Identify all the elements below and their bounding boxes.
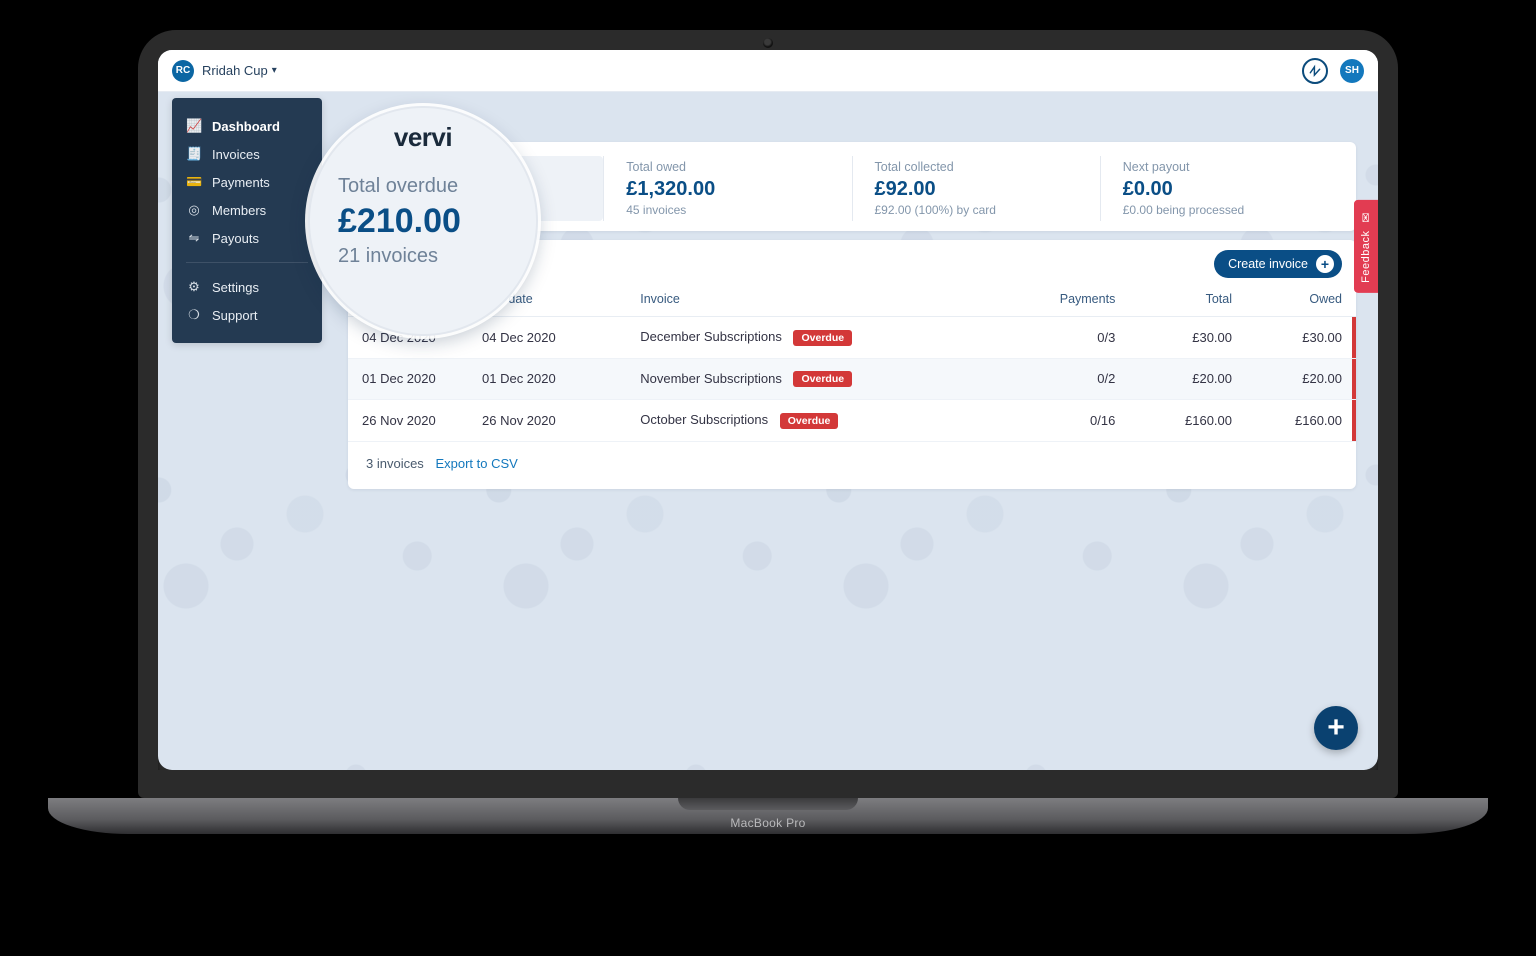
cell-owed: £30.00 — [1246, 317, 1356, 359]
col-owed[interactable]: Owed — [1246, 282, 1356, 317]
feedback-icon: ✉ — [1359, 210, 1374, 224]
sidebar-item-payments[interactable]: 💳 Payments — [172, 168, 322, 196]
stat-sub: 45 invoices — [626, 203, 829, 217]
sidebar-item-label: Payouts — [212, 231, 259, 246]
cell-due: 04 Dec 2020 — [468, 317, 626, 359]
stat-label: Next payout — [1123, 160, 1326, 174]
cell-payments: 0/3 — [999, 317, 1129, 359]
cell-payments: 0/2 — [999, 358, 1129, 400]
cell-owed: £160.00 — [1246, 400, 1356, 442]
feedback-tab[interactable]: Feedback ✉ — [1354, 200, 1378, 293]
col-invoice[interactable]: Invoice — [626, 282, 999, 317]
sidebar-item-dashboard[interactable]: 📈 Dashboard — [172, 112, 322, 140]
stack-icon: ⇋ — [186, 230, 202, 246]
cell-due: 01 Dec 2020 — [468, 358, 626, 400]
table-row[interactable]: 04 Dec 2020 04 Dec 2020 December Subscri… — [348, 317, 1356, 359]
table-footer: 3 invoices Export to CSV — [348, 442, 1356, 485]
laptop-model-label: MacBook Pro — [730, 816, 805, 830]
gear-icon: ⚙ — [186, 279, 202, 295]
overdue-badge: Overdue — [780, 413, 839, 429]
sidebar-item-label: Members — [212, 203, 266, 218]
cell-due: 26 Nov 2020 — [468, 400, 626, 442]
sidebar: 📈 Dashboard 🧾 Invoices 💳 Payments ◎ Memb… — [172, 98, 322, 343]
chevron-down-icon: ▾ — [272, 65, 277, 76]
cell-invoice: October Subscriptions Overdue — [626, 400, 999, 442]
laptop-camera — [763, 38, 773, 48]
stat-card-collected[interactable]: Total collected £92.00 £92.00 (100%) by … — [852, 156, 1100, 221]
col-payments[interactable]: Payments — [999, 282, 1129, 317]
zoom-value: £210.00 — [338, 202, 538, 241]
page-title-fragment: vervi — [394, 122, 452, 153]
user-icon: ◎ — [186, 202, 202, 218]
stat-value: £0.00 — [1123, 178, 1326, 201]
cell-date: 26 Nov 2020 — [348, 400, 468, 442]
laptop-base: MacBook Pro — [48, 798, 1488, 834]
cell-invoice: November Subscriptions Overdue — [626, 358, 999, 400]
overdue-badge: Overdue — [793, 330, 852, 346]
life-ring-icon: ❍ — [186, 307, 202, 323]
stat-value: £92.00 — [875, 178, 1078, 201]
sidebar-item-label: Support — [212, 308, 258, 323]
create-invoice-button[interactable]: Create invoice + — [1214, 250, 1342, 278]
stat-label: Total owed — [626, 160, 829, 174]
stat-value: £1,320.00 — [626, 178, 829, 201]
card-icon: 💳 — [186, 174, 202, 190]
zoom-sub: 21 invoices — [338, 245, 538, 268]
org-name: Rridah Cup — [202, 63, 268, 78]
top-bar: RC Rridah Cup ▾ SH — [158, 50, 1378, 92]
org-avatar[interactable]: RC — [172, 60, 194, 82]
sidebar-item-settings[interactable]: ⚙ Settings — [172, 273, 322, 301]
cell-payments: 0/16 — [999, 400, 1129, 442]
stat-label: Total collected — [875, 160, 1078, 174]
sidebar-item-label: Invoices — [212, 147, 260, 162]
cell-total: £160.00 — [1129, 400, 1246, 442]
cell-total: £30.00 — [1129, 317, 1246, 359]
user-avatar[interactable]: SH — [1340, 59, 1364, 83]
brand-logo-icon[interactable] — [1302, 58, 1328, 84]
cell-date: 01 Dec 2020 — [348, 358, 468, 400]
plus-icon: + — [1316, 255, 1334, 273]
org-switcher[interactable]: Rridah Cup ▾ — [202, 63, 277, 78]
zoom-label: Total overdue — [338, 175, 538, 198]
table-row[interactable]: 26 Nov 2020 26 Nov 2020 October Subscrip… — [348, 400, 1356, 442]
stat-sub: £0.00 being processed — [1123, 203, 1326, 217]
document-icon: 🧾 — [186, 146, 202, 162]
stat-card-owed[interactable]: Total owed £1,320.00 45 invoices — [603, 156, 851, 221]
sidebar-item-invoices[interactable]: 🧾 Invoices — [172, 140, 322, 168]
add-fab-button[interactable]: + — [1314, 706, 1358, 750]
stat-card-payout[interactable]: Next payout £0.00 £0.00 being processed — [1100, 156, 1348, 221]
create-invoice-label: Create invoice — [1228, 257, 1308, 271]
cell-owed: £20.00 — [1246, 358, 1356, 400]
sidebar-item-support[interactable]: ❍ Support — [172, 301, 322, 329]
zoom-lens: vervi Total overdue £210.00 21 invoices — [308, 106, 538, 336]
invoice-count: 3 invoices — [366, 456, 424, 471]
stat-sub: £92.00 (100%) by card — [875, 203, 1078, 217]
export-csv-link[interactable]: Export to CSV — [435, 456, 517, 471]
cell-invoice: December Subscriptions Overdue — [626, 317, 999, 359]
col-total[interactable]: Total — [1129, 282, 1246, 317]
sidebar-item-members[interactable]: ◎ Members — [172, 196, 322, 224]
overdue-badge: Overdue — [793, 371, 852, 387]
cell-total: £20.00 — [1129, 358, 1246, 400]
sidebar-item-label: Settings — [212, 280, 259, 295]
feedback-label: Feedback — [1360, 231, 1372, 283]
sidebar-item-label: Dashboard — [212, 119, 280, 134]
table-row[interactable]: 01 Dec 2020 01 Dec 2020 November Subscri… — [348, 358, 1356, 400]
sidebar-item-label: Payments — [212, 175, 270, 190]
sidebar-item-payouts[interactable]: ⇋ Payouts — [172, 224, 322, 252]
chart-icon: 📈 — [186, 118, 202, 134]
plus-icon: + — [1327, 711, 1345, 745]
